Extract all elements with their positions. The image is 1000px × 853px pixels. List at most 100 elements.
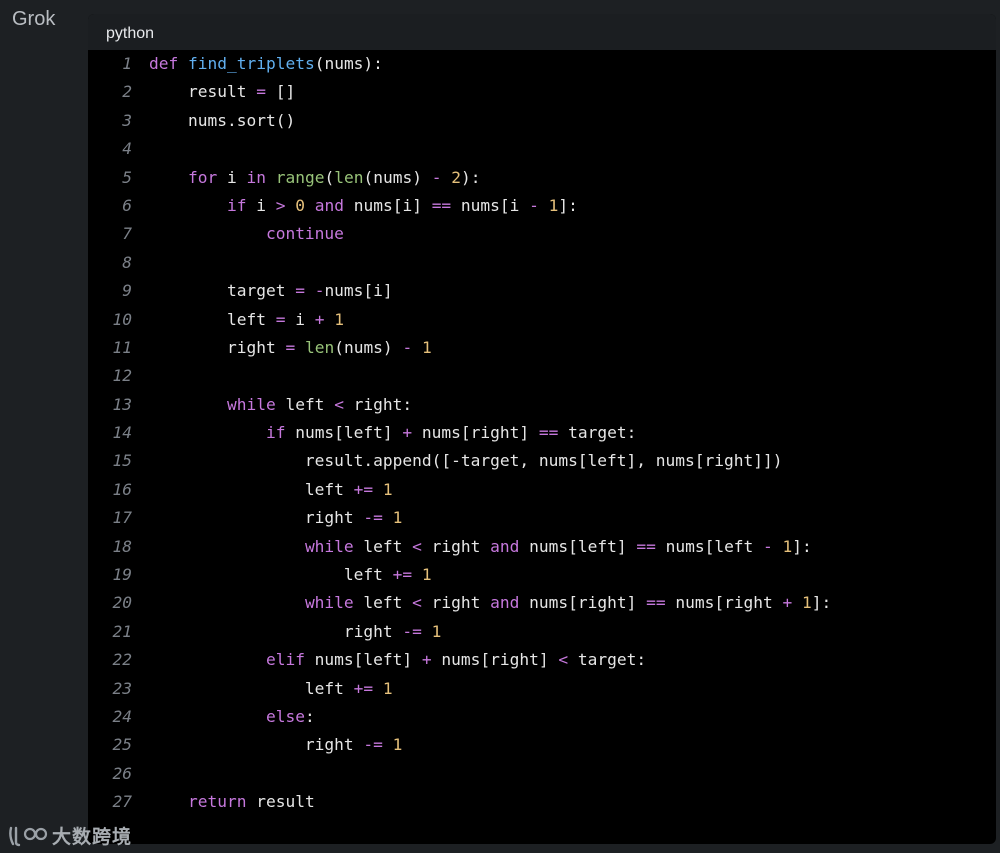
code-token: + [782,593,793,613]
line-code: while left < right and nums[right] == nu… [149,589,831,617]
line-code: left += 1 [149,675,393,703]
code-line: 21 right -= 1 [88,618,996,646]
line-number: 5 [122,167,132,187]
code-token: if [265,423,286,443]
code-token: left [275,394,335,414]
code-token: left [149,309,276,329]
code-line: 16 left += 1 [88,476,996,504]
code-token: ]: [558,195,578,215]
code-block-header: python [88,14,996,50]
code-token: ): [460,167,481,187]
line-code: continue [149,220,344,248]
code-body[interactable]: 1 def find_triplets(nums): 2 result = [] 3 … [88,50,996,844]
line-number: 26 [112,763,133,783]
code-token: result [246,792,315,812]
code-token: len [304,337,335,357]
code-token: ]: [792,536,812,556]
code-line: 1 def find_triplets(nums): [88,50,996,78]
code-token: == [636,536,656,556]
code-token: (nums) [334,337,403,357]
code-line: 26 [88,760,996,788]
line-number: 22 [112,650,133,670]
code-token: == [538,423,559,443]
code-token: 1 [431,621,442,641]
line-code: left += 1 [149,561,432,589]
code-token: 1 [421,565,432,585]
line-number: 27 [112,792,133,812]
code-token: + [421,650,432,670]
code-token: < [412,593,422,613]
code-line: 17 right -= 1 [88,504,996,532]
line-number: 14 [112,423,133,443]
code-token: + [402,423,413,443]
code-line: 10 left = i + 1 [88,306,996,334]
code-token: left [149,565,393,585]
code-token: target: [568,650,647,670]
code-token: left [353,593,413,613]
code-token: + [314,309,325,329]
code-line: 12 [88,362,996,390]
code-token: right [421,536,491,556]
code-token: nums[i [451,195,530,215]
line-code: else: [149,703,315,731]
line-number: 1 [122,54,132,73]
code-token: = [275,309,286,329]
code-language-label: python [106,25,155,42]
line-number: 13 [112,394,133,414]
code-token: ]: [811,593,832,613]
code-token: += [353,479,374,499]
code-token: find_triplets [188,54,315,73]
line-code: if nums[left] + nums[right] == target: [149,419,636,447]
watermark-text: 大数跨境 [52,826,133,848]
code-token: - [431,167,442,187]
line-code: result = [] [149,78,295,106]
line-code: left += 1 [149,476,393,504]
line-code: right -= 1 [149,618,441,646]
code-token: == [431,195,452,215]
code-token: 1 [392,508,403,528]
code-token: left [149,678,354,698]
code-token: left [353,536,413,556]
code-token: < [558,650,569,670]
code-token: elif [265,650,305,670]
line-number: 15 [112,451,133,471]
code-token: - [763,536,773,556]
code-token: 1 [548,195,559,215]
code-token: def [149,54,179,73]
code-token: 1 [802,593,812,613]
code-line: 24 else: [88,703,996,731]
line-code: return result [149,788,315,816]
code-token: 1 [392,735,403,755]
code-token: right [149,621,403,641]
line-number: 21 [112,621,133,641]
code-token: 1 [334,309,344,329]
code-token: < [412,536,422,556]
line-code: right = len(nums) - 1 [149,334,432,362]
code-token: target: [558,423,637,443]
code-token: and [490,593,520,613]
code-token: right: [343,394,413,414]
code-token: else [265,706,305,726]
line-number: 25 [112,735,133,755]
code-token: while [226,394,276,414]
code-token: 1 [382,678,393,698]
code-token: : [304,706,315,726]
code-token: nums[i] [343,195,432,215]
code-token: == [646,593,666,613]
code-line: 11 right = len(nums) - 1 [88,334,996,362]
code-token: i [285,309,315,329]
code-token: while [304,593,354,613]
code-token: right [149,337,286,357]
